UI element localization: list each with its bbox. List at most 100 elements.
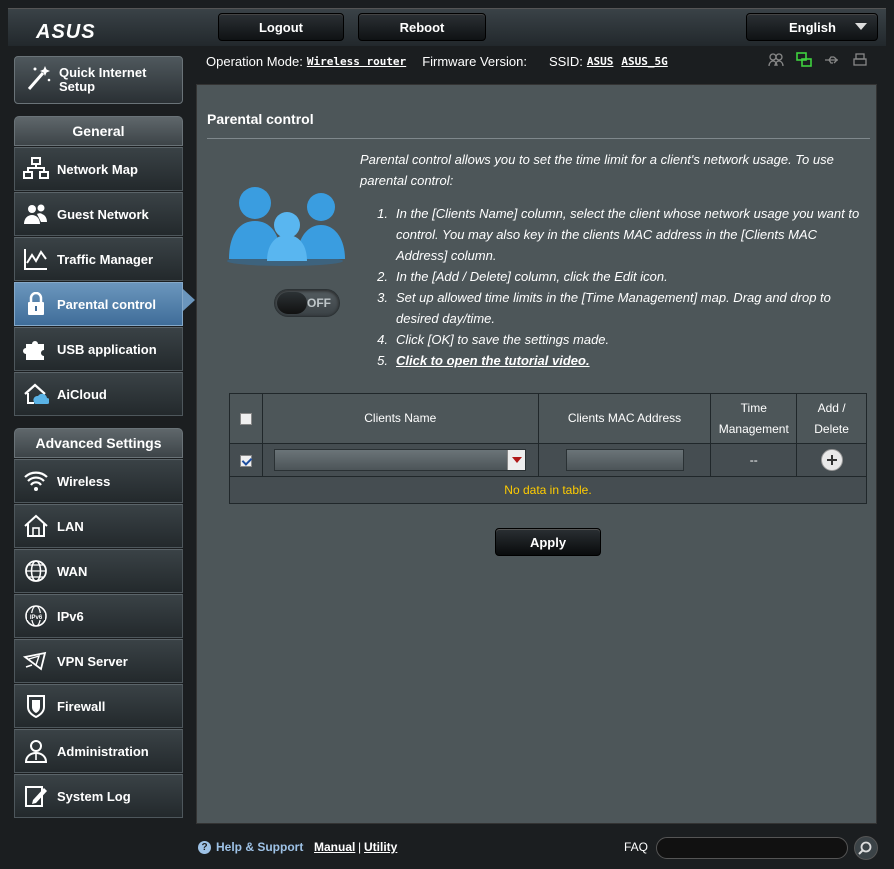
quick-internet-setup-button[interactable]: Quick Internet Setup xyxy=(14,56,183,104)
ssid-5g-link[interactable]: ASUS_5G xyxy=(621,55,667,68)
sidebar-item-wireless[interactable]: Wireless xyxy=(14,459,183,503)
parental-control-toggle[interactable]: OFF xyxy=(274,289,340,317)
sidebar-item-aicloud[interactable]: AiCloud xyxy=(14,372,183,416)
status-bar: Operation Mode: Wireless router Firmware… xyxy=(196,50,886,72)
vpn-server-icon xyxy=(21,646,51,676)
ipv6-icon: IPv6 xyxy=(21,601,51,631)
utility-link[interactable]: Utility xyxy=(364,840,397,854)
sidebar-item-usb-application[interactable]: USB application xyxy=(14,327,183,371)
instruction-steps: 1. In the [Clients Name] column, select … xyxy=(360,203,860,371)
administration-icon xyxy=(21,736,51,766)
page-title: Parental control xyxy=(207,111,314,127)
sidebar-item-label: IPv6 xyxy=(57,608,84,624)
sidebar-item-wan[interactable]: WAN xyxy=(14,549,183,593)
sidebar-item-label: Parental control xyxy=(57,296,156,312)
step-item: 5. Click to open the tutorial video. xyxy=(360,350,860,371)
usb-icon[interactable] xyxy=(824,52,840,68)
sidebar-item-label: Administration xyxy=(57,743,149,759)
reboot-button[interactable]: Reboot xyxy=(358,13,486,41)
add-cell xyxy=(796,443,867,477)
help-support-link[interactable]: ? Help & Support xyxy=(198,840,303,854)
wan-icon xyxy=(21,556,51,586)
col-time-management: Time Management xyxy=(710,393,798,444)
qis-label-line1: Quick Internet xyxy=(59,65,147,80)
manual-link[interactable]: Manual xyxy=(314,840,355,854)
sidebar-item-label: Firewall xyxy=(57,698,106,714)
sidebar-item-label: Traffic Manager xyxy=(57,251,154,267)
parental-control-icon xyxy=(21,289,51,319)
sidebar-item-label: Wireless xyxy=(57,473,111,489)
firewall-icon xyxy=(21,691,51,721)
sidebar-item-network-map[interactable]: Network Map xyxy=(14,147,183,191)
sidebar-item-label: Guest Network xyxy=(57,206,149,222)
chevron-down-icon xyxy=(855,23,867,30)
operation-mode-link[interactable]: Wireless router xyxy=(307,55,406,68)
table-header-row: Clients Name Clients MAC Address Time Ma… xyxy=(229,393,867,444)
ssid-2g-link[interactable]: ASUS xyxy=(587,55,614,68)
step-item: 3. Set up allowed time limits in the [Ti… xyxy=(360,287,860,329)
network-map-icon xyxy=(21,154,51,184)
col-time-line1: Time xyxy=(740,400,767,415)
clients-icon[interactable] xyxy=(768,52,784,68)
wireless-icon xyxy=(21,466,51,496)
network-icon[interactable] xyxy=(796,52,812,68)
step-text: Set up allowed time limits in the [Time … xyxy=(396,290,831,326)
sidebar-item-parental-control[interactable]: Parental control xyxy=(14,282,183,326)
printer-icon[interactable] xyxy=(852,52,868,68)
active-indicator-arrow xyxy=(183,289,195,311)
aicloud-icon xyxy=(21,379,51,409)
table-row: -- xyxy=(229,443,867,477)
sidebar-item-system-log[interactable]: System Log xyxy=(14,774,183,818)
toggle-knob xyxy=(277,292,307,314)
sidebar-item-label: VPN Server xyxy=(57,653,128,669)
row-checkbox[interactable] xyxy=(239,454,252,467)
sidebar-item-guest-network[interactable]: Guest Network xyxy=(14,192,183,236)
logout-button[interactable]: Logout xyxy=(218,13,344,41)
step-text: Click [OK] to save the settings made. xyxy=(396,332,610,347)
sidebar-item-firewall[interactable]: Firewall xyxy=(14,684,183,728)
top-bar: ASUS Logout Reboot English xyxy=(8,8,886,46)
sidebar-item-label: USB application xyxy=(57,341,157,357)
magic-wand-icon xyxy=(23,63,53,98)
client-name-select[interactable] xyxy=(274,449,527,471)
sidebar-item-label: Network Map xyxy=(57,161,138,177)
search-icon[interactable] xyxy=(854,836,878,860)
mac-address-input[interactable] xyxy=(565,449,684,471)
step-text: In the [Add / Delete] column, click the … xyxy=(396,269,668,284)
col-mac-address: Clients MAC Address xyxy=(537,393,712,444)
guest-network-icon xyxy=(21,199,51,229)
sidebar-item-traffic-manager[interactable]: Traffic Manager xyxy=(14,237,183,281)
sidebar-item-lan[interactable]: LAN xyxy=(14,504,183,548)
toggle-state-label: OFF xyxy=(307,296,331,310)
language-select[interactable]: English xyxy=(746,13,878,41)
parental-control-table: Clients Name Clients MAC Address Time Ma… xyxy=(229,393,867,504)
intro-text: Parental control allows you to set the t… xyxy=(360,152,834,188)
system-log-icon xyxy=(21,781,51,811)
select-all-checkbox[interactable] xyxy=(239,412,252,425)
no-data-message: No data in table. xyxy=(229,476,867,504)
select-all-cell xyxy=(229,393,263,444)
table-row: No data in table. xyxy=(229,476,867,504)
firmware-label: Firmware Version: xyxy=(422,53,527,69)
sidebar-item-administration[interactable]: Administration xyxy=(14,729,183,773)
faq-search-input[interactable] xyxy=(656,837,848,859)
asus-logo: ASUS xyxy=(36,21,96,43)
traffic-manager-icon xyxy=(21,244,51,274)
step-item: 2. In the [Add / Delete] column, click t… xyxy=(360,266,860,287)
footer-separator: | xyxy=(358,840,362,854)
col-time-line2: Management xyxy=(718,421,789,436)
title-divider xyxy=(207,138,870,139)
usb-application-icon xyxy=(21,334,51,364)
add-icon[interactable] xyxy=(820,449,843,471)
step-text: In the [Clients Name] column, select the… xyxy=(396,206,860,263)
sidebar-item-vpn-server[interactable]: VPN Server xyxy=(14,639,183,683)
tutorial-video-link[interactable]: Click to open the tutorial video. xyxy=(396,353,590,368)
sidebar-item-label: WAN xyxy=(57,563,88,579)
dropdown-arrow-icon xyxy=(507,450,526,470)
sidebar-item-label: System Log xyxy=(57,788,131,804)
apply-button[interactable]: Apply xyxy=(495,528,601,556)
help-label: Help & Support xyxy=(216,840,304,854)
col-clients-name: Clients Name xyxy=(261,393,539,444)
general-heading: General xyxy=(14,116,183,146)
sidebar-item-ipv6[interactable]: IPv6 IPv6 xyxy=(14,594,183,638)
